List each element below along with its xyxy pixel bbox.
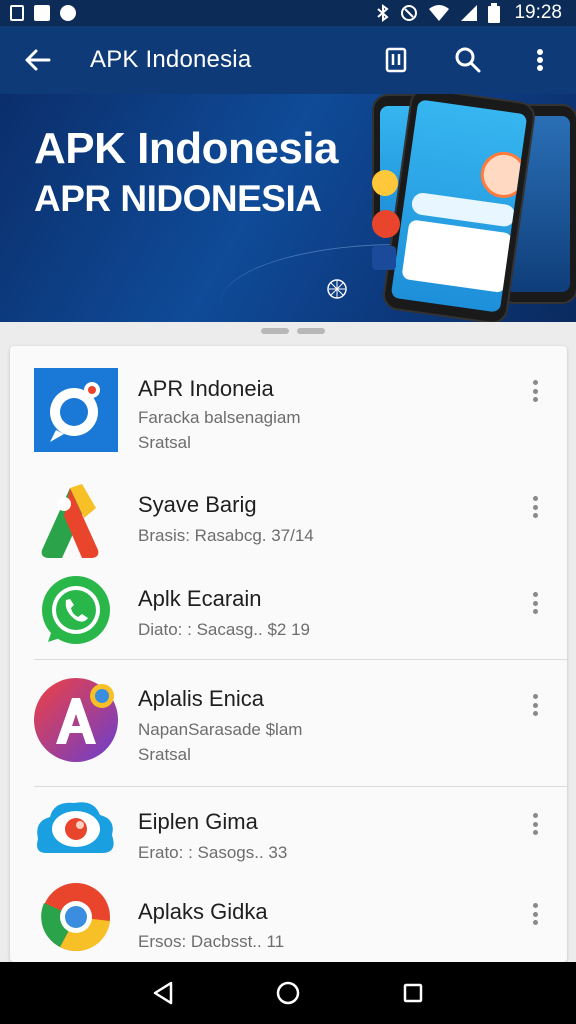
bluetooth-icon bbox=[377, 4, 390, 22]
nfc-icon bbox=[401, 5, 418, 21]
nav-back-button[interactable] bbox=[143, 973, 183, 1013]
camera-chat-icon bbox=[34, 368, 118, 452]
app-subtitle: Faracka balsenagiam bbox=[138, 408, 301, 427]
nav-recents-button[interactable] bbox=[393, 973, 433, 1013]
banner-headline: APK Indonesia bbox=[34, 124, 339, 173]
promo-banner[interactable]: APK Indonesia APR NIDONESIA bbox=[0, 94, 576, 322]
more-options-button[interactable] bbox=[524, 492, 546, 522]
more-vert-icon bbox=[537, 49, 543, 71]
app-name: Aplaks Gidka bbox=[138, 899, 268, 924]
status-bar: 19:28 bbox=[0, 0, 576, 26]
list-item[interactable]: Syave Barig Brasis: Rasabcg. 37/14 bbox=[10, 470, 567, 566]
search-button[interactable] bbox=[432, 26, 504, 94]
app-bar: APK Indonesia bbox=[0, 26, 576, 94]
chrome-like-icon bbox=[40, 881, 112, 953]
letter-a-icon bbox=[34, 678, 118, 762]
list-item[interactable]: Aplk Ecarain Diato: : Sacasg.. $2 19 bbox=[10, 566, 567, 660]
app-subtitle: Brasis: Rasabcg. 37/14 bbox=[138, 526, 314, 545]
page-title: APK Indonesia bbox=[90, 46, 252, 73]
list-item[interactable]: Aplaks Gidka Ersos: Dacbsst.. 11 bbox=[10, 875, 567, 962]
more-options-button[interactable] bbox=[524, 690, 546, 720]
battery-icon bbox=[488, 3, 501, 23]
app-subtitle: Erato: : Sasogs.. 33 bbox=[138, 843, 288, 862]
image-icon bbox=[34, 5, 50, 21]
cloud-eye-icon bbox=[34, 795, 118, 865]
back-button[interactable] bbox=[0, 26, 74, 94]
app-name: APR Indoneia bbox=[138, 376, 274, 401]
list-item[interactable]: Aplalis Enica NapanSarasade $lam Sratsal bbox=[10, 660, 567, 786]
nav-home-button[interactable] bbox=[268, 973, 308, 1013]
app-subtitle-2: Sratsal bbox=[138, 433, 191, 452]
home-circle-icon bbox=[276, 981, 300, 1005]
system-nav-bar bbox=[0, 962, 576, 1024]
app-subtitle: NapanSarasade $lam bbox=[138, 720, 303, 739]
record-icon bbox=[60, 5, 76, 21]
emoji-bubble-icon bbox=[372, 170, 398, 196]
grid-tile-icon bbox=[372, 246, 396, 270]
banner-subheadline: APR NIDONESIA bbox=[34, 178, 322, 219]
signal-icon bbox=[461, 5, 478, 21]
arrow-back-icon bbox=[25, 49, 51, 71]
heart-bubble-icon bbox=[372, 210, 400, 238]
back-triangle-icon bbox=[153, 981, 172, 1005]
more-options-button[interactable] bbox=[524, 899, 546, 929]
app-name: Aplk Ecarain bbox=[138, 586, 262, 611]
sheet-drag-handle[interactable] bbox=[261, 328, 325, 334]
more-options-button[interactable] bbox=[524, 376, 546, 406]
app-list-card: APR Indoneia Faracka balsenagiam Sratsal… bbox=[10, 346, 567, 962]
app-name: Eiplen Gima bbox=[138, 809, 258, 834]
triangle-logo-icon bbox=[34, 480, 118, 564]
recents-square-icon bbox=[404, 983, 423, 1003]
app-subtitle: Diato: : Sacasg.. $2 19 bbox=[138, 620, 310, 639]
sim-icon bbox=[10, 5, 24, 21]
globe-icon bbox=[327, 279, 347, 299]
bookmark-button[interactable] bbox=[360, 26, 432, 94]
search-icon bbox=[455, 47, 481, 73]
more-options-button[interactable] bbox=[504, 26, 576, 94]
more-options-button[interactable] bbox=[524, 809, 546, 839]
list-item[interactable]: APR Indoneia Faracka balsenagiam Sratsal bbox=[10, 346, 567, 470]
app-subtitle-2: Sratsal bbox=[138, 745, 191, 764]
app-name: Aplalis Enica bbox=[138, 686, 264, 711]
app-name: Syave Barig bbox=[138, 492, 257, 517]
more-options-button[interactable] bbox=[524, 588, 546, 618]
wifi-icon bbox=[429, 5, 450, 21]
bookmark-icon bbox=[385, 47, 407, 73]
list-item[interactable]: Eiplen Gima Erato: : Sasogs.. 33 bbox=[10, 787, 567, 875]
whatsapp-icon bbox=[34, 570, 118, 654]
app-subtitle: Ersos: Dacbsst.. 11 bbox=[138, 932, 285, 951]
clock: 19:28 bbox=[514, 2, 562, 23]
